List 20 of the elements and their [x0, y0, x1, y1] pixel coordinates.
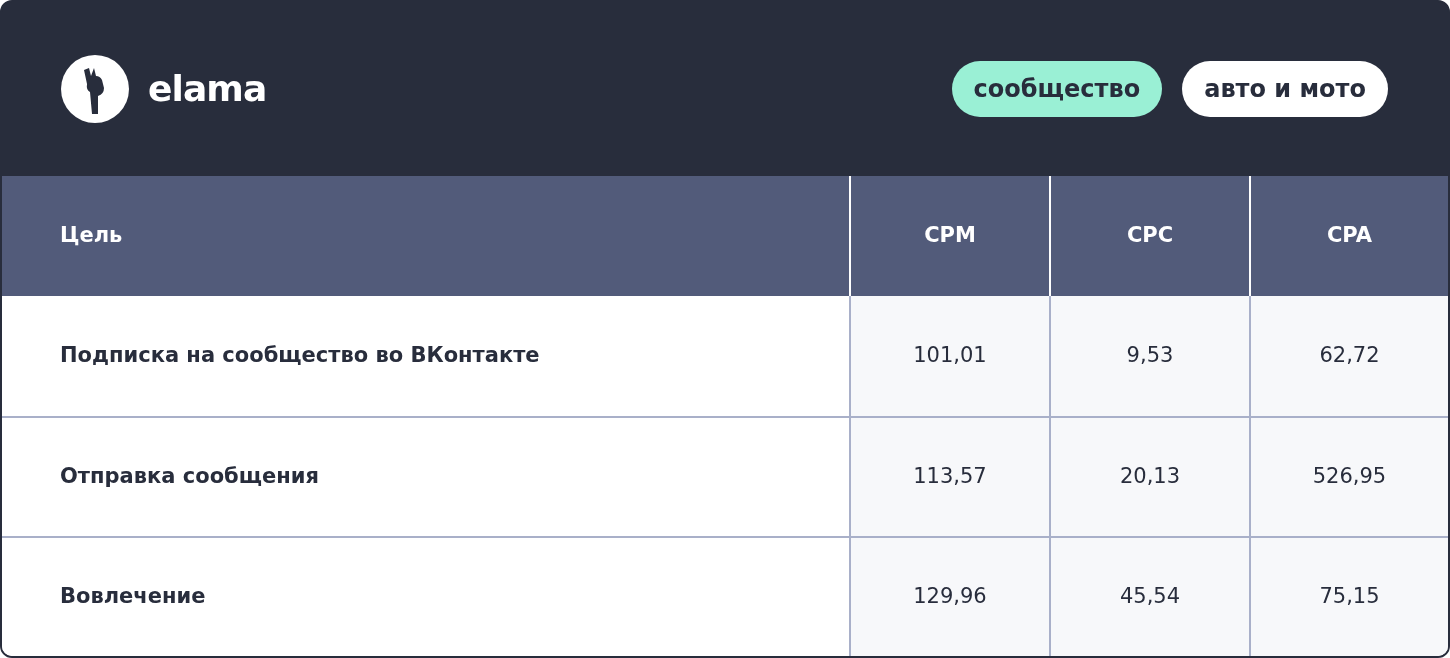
tag-pill: авто и мото: [1182, 61, 1388, 117]
table-cell-text: 113,57: [913, 463, 987, 491]
table-cell-text: 129,96: [913, 583, 987, 611]
table-cell-text: 526,95: [1312, 463, 1387, 491]
column-header: CPA: [1326, 222, 1373, 250]
llama-logo-icon: [60, 54, 130, 124]
column-header: CPM: [924, 222, 976, 250]
table-cell-text: 45,54: [1119, 583, 1181, 611]
table-cell-text: 75,15: [1319, 583, 1380, 611]
column-header: CPC: [1126, 222, 1174, 250]
table-cell-text: Отправка сообщения: [60, 463, 319, 491]
logo-text: elama: [148, 67, 267, 111]
table-cell-text: Подписка на сообщество во ВКонтакте: [60, 342, 540, 370]
column-header: Цель: [60, 222, 123, 250]
table-cell-text: 62,72: [1319, 342, 1380, 370]
table-cell-text: 101,01: [913, 342, 987, 370]
tag-pill: сообщество: [951, 61, 1163, 117]
table-cell-text: Вовлечение: [60, 583, 206, 611]
table-cell-text: 20,13: [1119, 463, 1181, 491]
table-cell-text: 9,53: [1126, 342, 1174, 370]
